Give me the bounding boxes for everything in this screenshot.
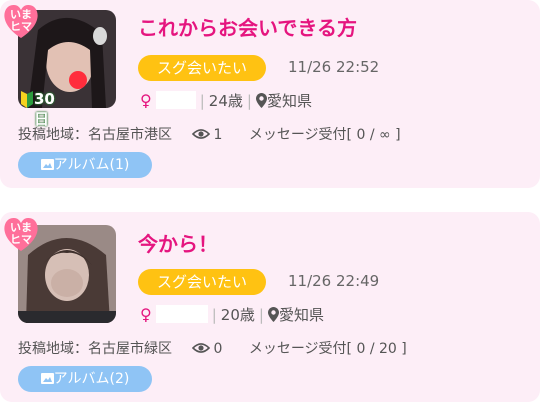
divider: | (211, 306, 217, 324)
nickname-hidden (155, 91, 196, 109)
divider: | (199, 92, 205, 110)
profile-summary: ♀ | 24歳 | 愛知県 (140, 90, 312, 112)
age: 24歳 (208, 92, 243, 110)
album-button[interactable]: アルバム(1) (18, 152, 152, 178)
album-label: アルバム(1) (53, 157, 130, 173)
profile-summary: ♀ | 20歳 | 愛知県 (140, 304, 324, 326)
view-count: 0 (213, 341, 223, 357)
ima-hima-badge: いま ヒマ (2, 215, 40, 253)
post-title[interactable]: 今から！ (138, 228, 218, 257)
location: 愛知県 (278, 306, 324, 324)
eye-icon (192, 343, 211, 353)
message-acceptance: メッセージ受付[ 0 / 20 ] (248, 341, 407, 357)
post-datetime: 11/26 22:49 (288, 272, 380, 290)
post-info: 投稿地域：名古屋市緑区 0 メッセージ受付[ 0 / 20 ] (18, 338, 407, 358)
location: 愛知県 (266, 92, 312, 110)
image-icon (40, 159, 54, 170)
female-icon: ♀ (140, 91, 152, 110)
ima-hima-badge: いま ヒマ (2, 2, 40, 40)
region: 投稿地域：名古屋市緑区 (18, 341, 172, 357)
divider: | (246, 92, 252, 110)
tag-sugu-aitai: スグ会いたい (138, 55, 266, 81)
region: 投稿地域：名古屋市港区 (18, 127, 172, 143)
newbie-badge: 30日 (20, 90, 68, 128)
tag-sugu-aitai: スグ会いたい (138, 269, 266, 295)
post-title[interactable]: これからお会いできる方 (138, 12, 357, 41)
nickname-hidden (155, 305, 208, 323)
age: 20歳 (220, 306, 255, 324)
female-icon: ♀ (140, 305, 152, 324)
location-pin-icon (267, 307, 279, 322)
post-datetime: 11/26 22:52 (288, 58, 380, 76)
beginner-mark-icon (21, 91, 33, 108)
image-icon (40, 373, 54, 384)
badge-line-2: ヒマ (10, 20, 32, 33)
album-label: アルバム(2) (53, 371, 130, 387)
location-pin-icon (255, 93, 267, 108)
view-count: 1 (213, 127, 223, 143)
album-button[interactable]: アルバム(2) (18, 366, 152, 392)
post-info: 投稿地域：名古屋市港区 1 メッセージ受付[ 0 / ∞ ] (18, 124, 401, 144)
eye-icon (192, 129, 211, 139)
badge-line-2: ヒマ (10, 233, 32, 246)
message-acceptance: メッセージ受付[ 0 / ∞ ] (248, 127, 401, 143)
divider: | (258, 306, 264, 324)
